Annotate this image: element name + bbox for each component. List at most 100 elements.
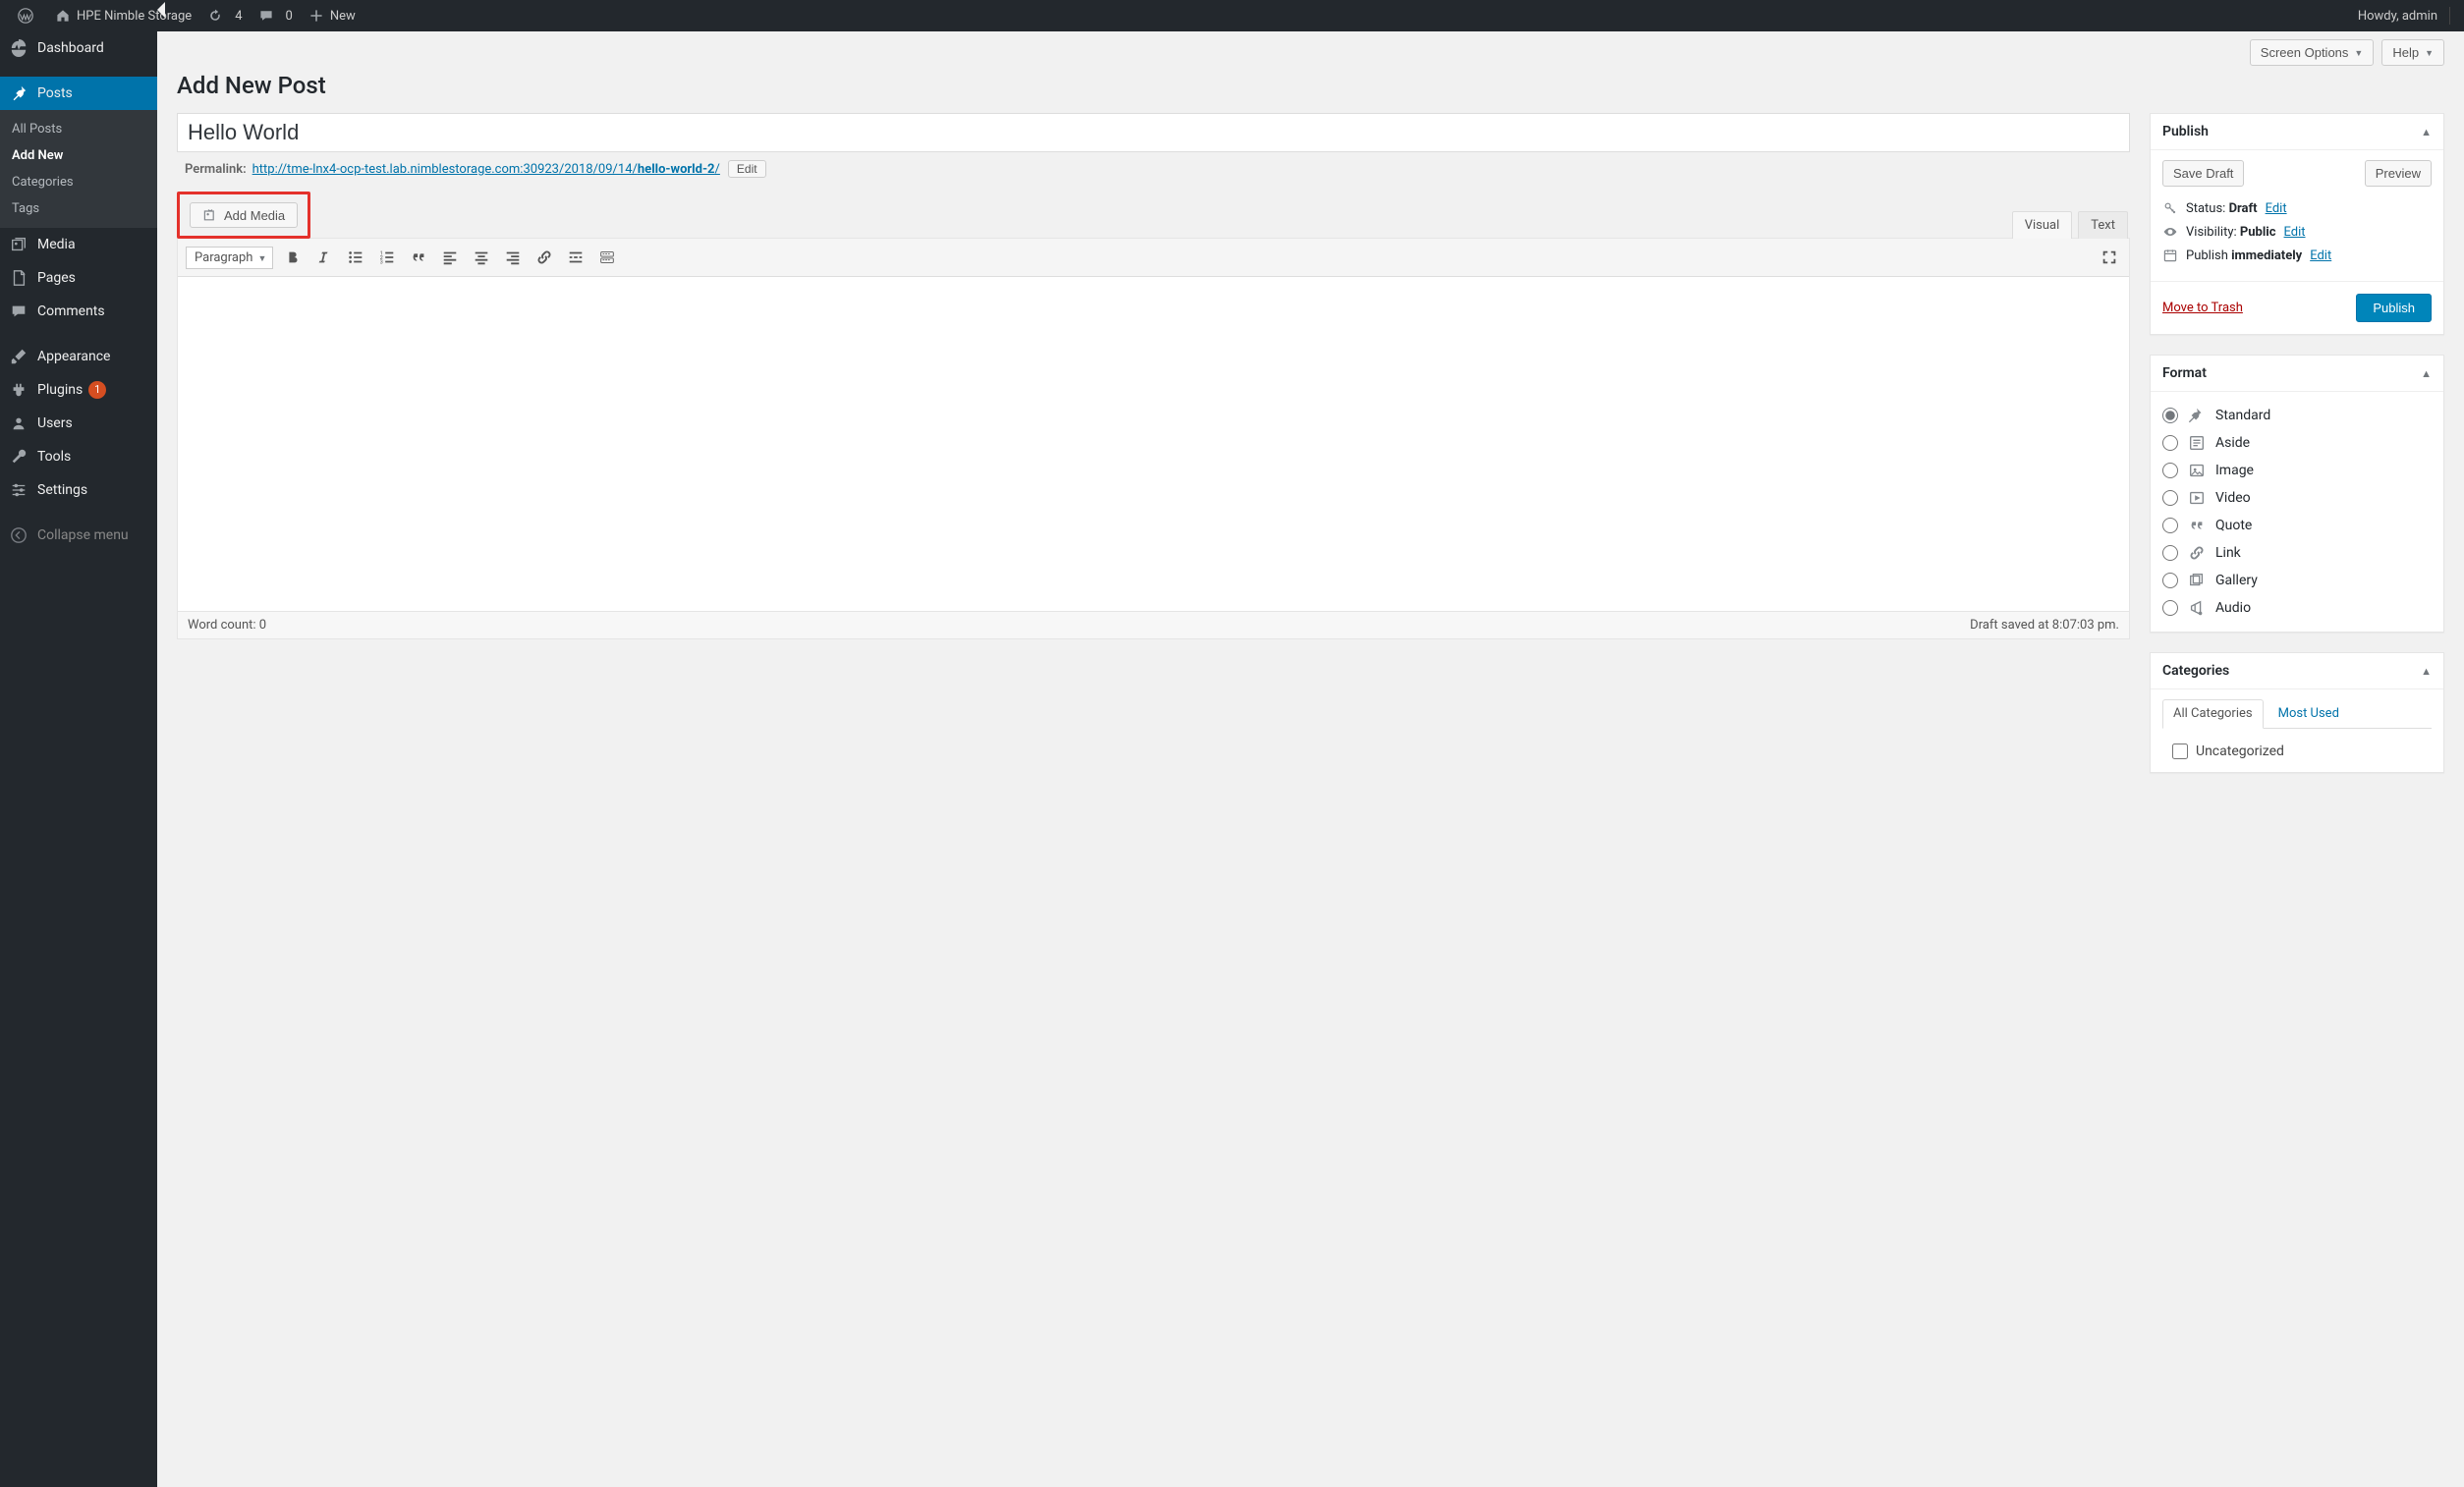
post-title-input[interactable]	[177, 113, 2130, 152]
preview-button[interactable]: Preview	[2365, 160, 2432, 187]
format-option-quote[interactable]: Quote	[2162, 512, 2432, 539]
submenu-add-new[interactable]: Add New	[0, 142, 157, 169]
edit-permalink-button[interactable]: Edit	[728, 160, 766, 178]
new-content[interactable]: New	[301, 0, 364, 31]
bold-icon	[284, 248, 302, 266]
format-radio-aside[interactable]	[2162, 435, 2178, 451]
menu-label: Collapse menu	[37, 527, 129, 543]
site-name[interactable]: HPE Nimble Storage	[47, 0, 199, 31]
editor-tab-text[interactable]: Text	[2078, 211, 2128, 239]
format-box-header[interactable]: Format ▲	[2151, 356, 2443, 392]
submenu-all-posts[interactable]: All Posts	[0, 116, 157, 142]
editor-tab-visual[interactable]: Visual	[2012, 211, 2073, 239]
paragraph-select[interactable]: Paragraph ▼	[186, 247, 273, 269]
category-item[interactable]: Uncategorized	[2162, 741, 2432, 762]
plugins-update-badge: 1	[88, 381, 106, 399]
help-toggle[interactable]: Help ▼	[2381, 39, 2444, 66]
menu-plugins[interactable]: Plugins 1	[0, 373, 157, 407]
menu-users[interactable]: Users	[0, 407, 157, 440]
bullet-list-button[interactable]	[344, 246, 367, 269]
add-media-button[interactable]: Add Media	[190, 202, 298, 228]
categories-tab-all[interactable]: All Categories	[2162, 699, 2264, 729]
page-icon	[10, 269, 28, 287]
menu-posts[interactable]: Posts	[0, 77, 157, 110]
format-label: Image	[2215, 463, 2254, 478]
align-center-button[interactable]	[470, 246, 493, 269]
screen-options-toggle[interactable]: Screen Options ▼	[2250, 39, 2375, 66]
quote-icon	[2188, 517, 2206, 534]
format-option-image[interactable]: Image	[2162, 457, 2432, 484]
readmore-icon	[567, 248, 585, 266]
edit-status-link[interactable]: Edit	[2266, 201, 2287, 216]
italic-button[interactable]	[312, 246, 336, 269]
format-radio-quote[interactable]	[2162, 518, 2178, 533]
align-left-button[interactable]	[438, 246, 462, 269]
submenu-categories[interactable]: Categories	[0, 169, 157, 195]
format-option-gallery[interactable]: Gallery	[2162, 567, 2432, 594]
comment-count: 0	[286, 9, 293, 24]
align-right-button[interactable]	[501, 246, 525, 269]
wp-logo[interactable]	[10, 0, 47, 31]
sliders-icon	[10, 481, 28, 499]
format-radio-image[interactable]	[2162, 463, 2178, 478]
quote-icon	[410, 248, 427, 266]
menu-label: Appearance	[37, 349, 110, 364]
wrench-icon	[10, 448, 28, 466]
category-label: Uncategorized	[2196, 744, 2284, 759]
caret-up-icon[interactable]: ▲	[2421, 367, 2432, 380]
collapse-menu[interactable]: Collapse menu	[0, 519, 157, 552]
align-center-icon	[473, 248, 490, 266]
edit-visibility-link[interactable]: Edit	[2284, 225, 2306, 240]
permalink-link[interactable]: http://tme-lnx4-ocp-test.lab.nimblestora…	[252, 162, 722, 177]
editor-toolbar: Paragraph ▼ 123	[178, 239, 2129, 277]
word-count: Word count: 0	[188, 618, 266, 633]
format-option-audio[interactable]: Audio	[2162, 594, 2432, 622]
categories-tab-most-used[interactable]: Most Used	[2275, 699, 2342, 728]
image-icon	[2188, 462, 2206, 479]
link-button[interactable]	[532, 246, 556, 269]
format-option-aside[interactable]: Aside	[2162, 429, 2432, 457]
blockquote-button[interactable]	[407, 246, 430, 269]
publish-box-header[interactable]: Publish ▲	[2151, 114, 2443, 150]
link-icon	[2188, 544, 2206, 562]
format-option-standard[interactable]: Standard	[2162, 402, 2432, 429]
adminbar-separator	[2449, 7, 2450, 25]
categories-box-header[interactable]: Categories ▲	[2151, 653, 2443, 689]
move-to-trash-link[interactable]: Move to Trash	[2162, 301, 2243, 315]
updates[interactable]: 4	[199, 0, 250, 31]
menu-dashboard[interactable]: Dashboard	[0, 31, 157, 65]
menu-appearance[interactable]: Appearance	[0, 340, 157, 373]
format-radio-video[interactable]	[2162, 490, 2178, 506]
audio-icon	[2188, 599, 2206, 617]
read-more-button[interactable]	[564, 246, 588, 269]
edit-schedule-link[interactable]: Edit	[2310, 248, 2331, 263]
update-count: 4	[235, 9, 242, 24]
menu-settings[interactable]: Settings	[0, 473, 157, 507]
submenu-tags[interactable]: Tags	[0, 195, 157, 222]
menu-media[interactable]: Media	[0, 228, 157, 261]
key-icon	[2162, 200, 2178, 216]
category-checkbox[interactable]	[2172, 744, 2188, 759]
format-radio-audio[interactable]	[2162, 600, 2178, 616]
format-radio-standard[interactable]	[2162, 408, 2178, 423]
editor-canvas[interactable]	[178, 277, 2129, 611]
menu-comments[interactable]: Comments	[0, 295, 157, 328]
bold-button[interactable]	[281, 246, 305, 269]
format-radio-gallery[interactable]	[2162, 573, 2178, 588]
caret-up-icon[interactable]: ▲	[2421, 665, 2432, 678]
format-radio-link[interactable]	[2162, 545, 2178, 561]
format-option-video[interactable]: Video	[2162, 484, 2432, 512]
publish-button[interactable]: Publish	[2356, 294, 2432, 322]
toolbar-toggle-button[interactable]	[595, 246, 619, 269]
caret-up-icon[interactable]: ▲	[2421, 126, 2432, 138]
my-account[interactable]: Howdy, admin	[2350, 0, 2445, 31]
fullscreen-button[interactable]	[2098, 246, 2121, 269]
format-option-link[interactable]: Link	[2162, 539, 2432, 567]
home-icon	[55, 8, 71, 24]
menu-pages[interactable]: Pages	[0, 261, 157, 295]
save-draft-button[interactable]: Save Draft	[2162, 160, 2244, 187]
menu-tools[interactable]: Tools	[0, 440, 157, 473]
comments-bubble[interactable]: 0	[251, 0, 301, 31]
number-list-button[interactable]: 123	[375, 246, 399, 269]
format-label: Aside	[2215, 435, 2250, 451]
